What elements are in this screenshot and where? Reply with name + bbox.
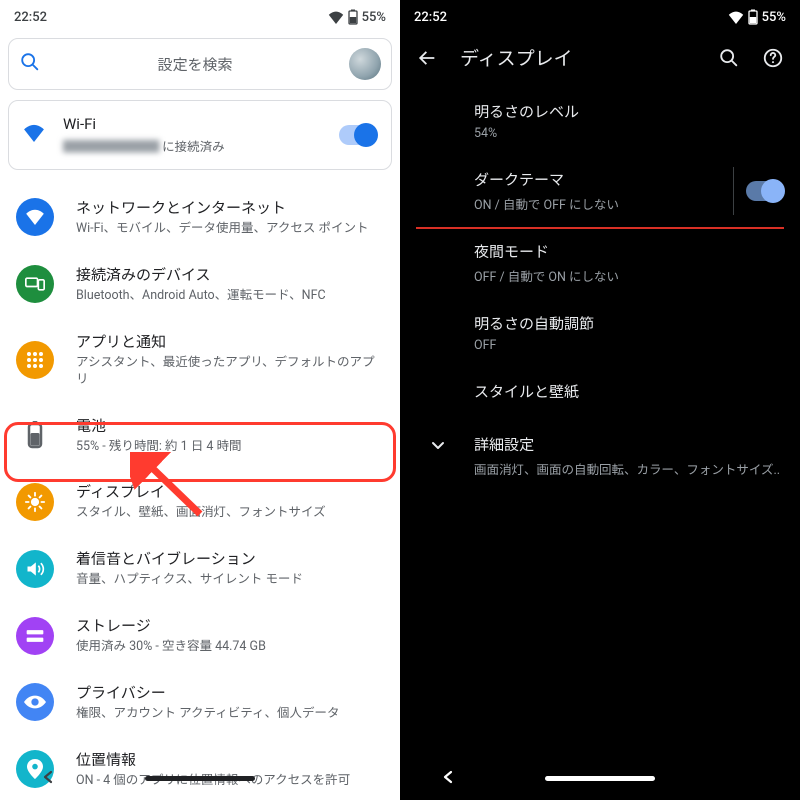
wifi-icon bbox=[728, 11, 744, 24]
display-dark-pane: 22:52 55% ディスプレイ 明るさのレベル 54% ダークテーマ ON /… bbox=[400, 0, 800, 800]
search-icon bbox=[19, 51, 41, 77]
nav-bar bbox=[0, 756, 400, 800]
wifi-toggle[interactable] bbox=[339, 125, 377, 145]
status-icons: 55% bbox=[728, 9, 786, 25]
dark-theme-toggle[interactable] bbox=[746, 181, 784, 201]
settings-search-bar[interactable]: 設定を検索 bbox=[8, 38, 392, 90]
row-privacy[interactable]: プライバシー権限、アカウント アクティビティ、個人データ bbox=[0, 669, 400, 736]
status-bar: 22:52 55% bbox=[400, 0, 800, 34]
status-time: 22:52 bbox=[414, 10, 447, 25]
help-icon[interactable] bbox=[762, 47, 784, 69]
wifi-icon bbox=[23, 124, 45, 146]
devices-icon bbox=[16, 265, 54, 303]
settings-list: ネットワークとインターネットWi-Fi、モバイル、データ使用量、アクセス ポイン… bbox=[0, 184, 400, 800]
chevron-down-icon bbox=[430, 438, 446, 458]
row-advanced[interactable]: 詳細設定 画面消灯、画面の自動回転、カラー、フォントサイズ.. bbox=[400, 420, 800, 492]
apps-icon bbox=[16, 341, 54, 379]
volume-icon bbox=[16, 550, 54, 588]
display-header: ディスプレイ bbox=[400, 34, 800, 87]
row-network[interactable]: ネットワークとインターネットWi-Fi、モバイル、データ使用量、アクセス ポイン… bbox=[0, 184, 400, 251]
wifi-icon bbox=[328, 11, 344, 24]
status-battery-pct: 55% bbox=[362, 10, 386, 25]
search-icon[interactable] bbox=[718, 47, 740, 69]
status-icons: 55% bbox=[328, 9, 386, 25]
row-style-wallpaper[interactable]: スタイルと壁紙 bbox=[400, 367, 800, 420]
row-night-mode[interactable]: 夜間モード OFF / 自動で ON にしない bbox=[400, 227, 800, 299]
settings-light-pane: 22:52 55% 設定を検索 Wi-Fi ████████ に接続済み ネット… bbox=[0, 0, 400, 800]
brightness-icon bbox=[16, 483, 54, 521]
row-storage[interactable]: ストレージ使用済み 30% - 空き容量 44.74 GB bbox=[0, 602, 400, 669]
row-sound[interactable]: 着信音とバイブレーション音量、ハプティクス、サイレント モード bbox=[0, 535, 400, 602]
wifi-title: Wi-Fi bbox=[63, 115, 321, 133]
wifi-sub: ████████ に接続済み bbox=[63, 136, 321, 155]
row-auto-brightness[interactable]: 明るさの自動調節 OFF bbox=[400, 299, 800, 367]
row-battery[interactable]: 電池55% - 残り時間: 約 1 日 4 時間 bbox=[0, 402, 400, 469]
page-title: ディスプレイ bbox=[460, 44, 696, 71]
status-time: 22:52 bbox=[14, 10, 47, 25]
back-icon[interactable] bbox=[416, 47, 438, 69]
battery-icon bbox=[748, 9, 758, 25]
battery-icon bbox=[16, 416, 54, 454]
row-connected-devices[interactable]: 接続済みのデバイスBluetooth、Android Auto、運転モード、NF… bbox=[0, 251, 400, 318]
row-brightness-level[interactable]: 明るさのレベル 54% bbox=[400, 87, 800, 155]
divider bbox=[733, 167, 734, 215]
battery-icon bbox=[348, 9, 358, 25]
row-display[interactable]: ディスプレイスタイル、壁紙、画面消灯、フォントサイズ bbox=[0, 468, 400, 535]
row-apps-notifications[interactable]: アプリと通知アシスタント、最近使ったアプリ、デフォルトのアプリ bbox=[0, 318, 400, 402]
nav-back-icon[interactable] bbox=[41, 769, 55, 788]
nav-home-pill[interactable] bbox=[545, 776, 655, 781]
nav-bar bbox=[400, 756, 800, 800]
wifi-card[interactable]: Wi-Fi ████████ に接続済み bbox=[8, 100, 392, 170]
status-battery-pct: 55% bbox=[762, 10, 786, 25]
status-bar: 22:52 55% bbox=[0, 0, 400, 34]
wifi-icon bbox=[16, 198, 54, 236]
avatar[interactable] bbox=[349, 48, 381, 80]
nav-home-pill[interactable] bbox=[145, 776, 255, 781]
privacy-eye-icon bbox=[16, 683, 54, 721]
search-placeholder: 設定を検索 bbox=[55, 54, 335, 75]
storage-icon bbox=[16, 617, 54, 655]
row-dark-theme[interactable]: ダークテーマ ON / 自動で OFF にしない bbox=[400, 155, 800, 227]
nav-back-icon[interactable] bbox=[441, 769, 455, 788]
